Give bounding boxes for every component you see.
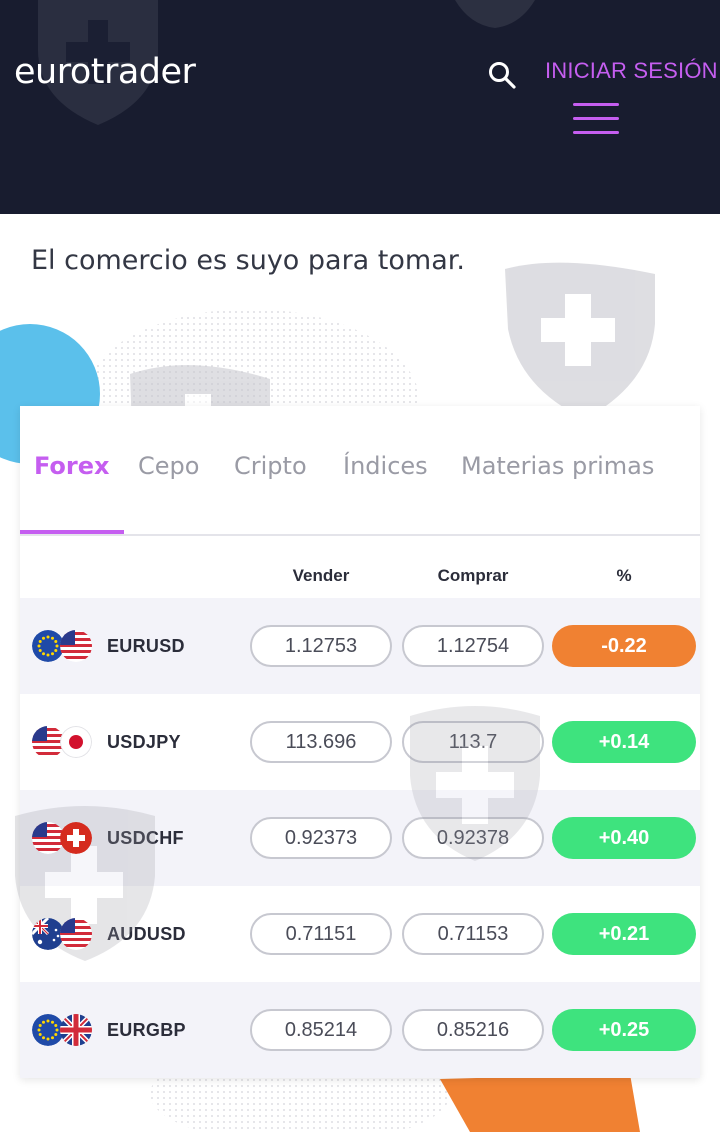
tagline: El comercio es suyo para tomar.: [31, 245, 465, 276]
pair-symbol: EURUSD: [107, 636, 185, 656]
pair-symbol: USDJPY: [107, 732, 181, 752]
tab-forex[interactable]: Forex: [34, 452, 110, 480]
buy-price-button[interactable]: 0.92378: [402, 817, 544, 859]
table-row[interactable]: AUDUSD 0.71151 0.71153 +0.21: [20, 886, 700, 982]
flag-pair: [32, 918, 92, 950]
flag-pair: [32, 1014, 92, 1046]
change-badge: -0.22: [552, 625, 696, 667]
column-header-buy: Comprar: [437, 566, 509, 585]
change-badge: +0.40: [552, 817, 696, 859]
top-header: eurotrader INICIAR SESIÓN: [0, 0, 720, 214]
us-flag-icon: [60, 918, 92, 950]
flag-pair: [32, 822, 92, 854]
tab-cripto[interactable]: Cripto: [234, 452, 307, 480]
shield-watermark-icon: [455, 0, 535, 28]
table-row[interactable]: USDCHF 0.92373 0.92378 +0.40: [20, 790, 700, 886]
table-row[interactable]: USDJPY 113.696 113.7 +0.14: [20, 694, 700, 790]
pair-symbol: USDCHF: [107, 828, 184, 848]
sell-price-button[interactable]: 0.85214: [250, 1009, 392, 1051]
us-flag-icon: [60, 630, 92, 662]
tab-materias-primas[interactable]: Materias primas: [461, 452, 654, 480]
sell-price-button[interactable]: 113.696: [250, 721, 392, 763]
table-row[interactable]: EURGBP 0.85214 0.85216 +0.25: [20, 982, 700, 1078]
buy-price-button[interactable]: 0.85216: [402, 1009, 544, 1051]
market-tabs: Forex Cepo Cripto Índices Materias prima…: [20, 406, 700, 536]
column-header-sell: Vender: [292, 566, 350, 585]
tab-indices[interactable]: Índices: [343, 452, 428, 480]
change-badge: +0.21: [552, 913, 696, 955]
tab-cepo[interactable]: Cepo: [138, 452, 199, 480]
eurotrader-logo[interactable]: eurotrader: [14, 52, 196, 92]
table-row[interactable]: EURUSD 1.12753 1.12754 -0.22: [20, 598, 700, 694]
column-header-percent: %: [616, 566, 632, 585]
sell-price-button[interactable]: 0.92373: [250, 817, 392, 859]
change-badge: +0.14: [552, 721, 696, 763]
hamburger-menu-icon[interactable]: [573, 103, 619, 135]
market-card: Forex Cepo Cripto Índices Materias prima…: [15, 406, 700, 1078]
buy-price-button[interactable]: 113.7: [402, 721, 544, 763]
login-link[interactable]: INICIAR SESIÓN: [545, 58, 718, 84]
buy-price-button[interactable]: 1.12754: [402, 625, 544, 667]
flag-pair: [32, 630, 92, 662]
flag-pair: [32, 726, 92, 758]
search-icon[interactable]: [487, 60, 517, 90]
gb-flag-icon: [60, 1014, 92, 1046]
jp-flag-icon: [60, 726, 92, 758]
sell-price-button[interactable]: 0.71151: [250, 913, 392, 955]
pair-symbol: AUDUSD: [107, 924, 186, 944]
sell-price-button[interactable]: 1.12753: [250, 625, 392, 667]
ch-flag-icon: [60, 822, 92, 854]
buy-price-button[interactable]: 0.71153: [402, 913, 544, 955]
change-badge: +0.25: [552, 1009, 696, 1051]
active-tab-indicator: [20, 530, 124, 534]
pair-symbol: EURGBP: [107, 1020, 186, 1040]
